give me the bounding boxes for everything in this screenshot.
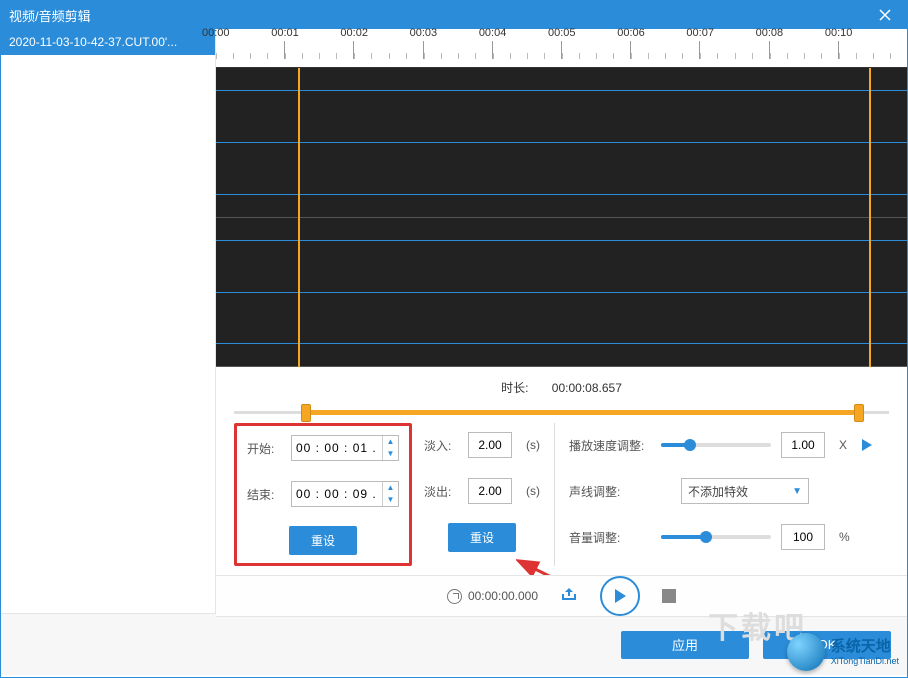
- transport-time-value: 00:00:00.000: [468, 589, 538, 603]
- speed-unit: X: [839, 438, 847, 452]
- reset-fade-button[interactable]: 重设: [448, 523, 516, 552]
- play-icon: [859, 437, 875, 453]
- speed-field[interactable]: [782, 435, 824, 455]
- range-handle-start[interactable]: [301, 404, 311, 422]
- file-sidebar: 2020-11-03-10-42-37.CUT.00'...: [1, 29, 216, 613]
- end-spin-up[interactable]: ▲: [383, 482, 398, 494]
- snapshot-button[interactable]: [560, 586, 578, 607]
- transport-time: 00:00:00.000: [447, 589, 538, 604]
- fadeout-input[interactable]: [468, 478, 512, 504]
- speed-label: 播放速度调整:: [569, 437, 651, 454]
- start-time-field[interactable]: [292, 438, 382, 458]
- volume-input[interactable]: [781, 524, 825, 550]
- selection-end-line[interactable]: [869, 68, 871, 367]
- fadein-unit: (s): [526, 438, 540, 452]
- clock-icon: [447, 589, 462, 604]
- close-icon: [879, 9, 891, 21]
- globe-icon: [787, 633, 825, 671]
- watermark-url: XiTongTianDi.net: [831, 656, 899, 667]
- window-title: 视频/音频剪辑: [9, 6, 91, 25]
- volume-label: 音量调整:: [569, 529, 651, 546]
- voice-select-value: 不添加特效: [688, 483, 748, 500]
- waveform-area[interactable]: [216, 67, 907, 367]
- selection-start-line[interactable]: [298, 68, 300, 367]
- volume-unit: %: [839, 530, 850, 544]
- end-label: 结束:: [247, 486, 281, 503]
- duration-display: 时长: 00:00:08.657: [216, 367, 907, 404]
- reset-time-button[interactable]: 重设: [289, 526, 357, 555]
- start-time-input[interactable]: ▲ ▼: [291, 435, 399, 461]
- file-list-item[interactable]: 2020-11-03-10-42-37.CUT.00'...: [1, 29, 215, 55]
- fadein-label: 淡入:: [424, 437, 458, 454]
- time-range-box: 开始: ▲ ▼ 结束: ▲ ▼: [234, 423, 412, 566]
- fadeout-unit: (s): [526, 484, 540, 498]
- watermark-title: 系统天地: [831, 638, 899, 656]
- speed-slider[interactable]: [661, 443, 771, 447]
- voice-select[interactable]: 不添加特效 ▼: [681, 478, 809, 504]
- title-bar: 视频/音频剪辑: [1, 1, 907, 29]
- speed-input[interactable]: [781, 432, 825, 458]
- voice-label: 声线调整:: [569, 483, 651, 500]
- end-time-field[interactable]: [292, 484, 382, 504]
- start-label: 开始:: [247, 440, 281, 457]
- fadein-input[interactable]: [468, 432, 512, 458]
- speed-preview-button[interactable]: [857, 435, 877, 455]
- duration-label: 时长:: [501, 379, 528, 396]
- fadeout-field[interactable]: [469, 481, 511, 501]
- timeline-ruler[interactable]: 00:0000:0100:0200:0300:0400:0500:0600:07…: [216, 29, 907, 67]
- fadeout-label: 淡出:: [424, 483, 458, 500]
- end-time-input[interactable]: ▲ ▼: [291, 481, 399, 507]
- stop-button[interactable]: [662, 589, 676, 603]
- start-spin-down[interactable]: ▼: [383, 448, 398, 460]
- footer-bar: 应用 OK: [1, 613, 907, 675]
- main-panel: 00:0000:0100:0200:0300:0400:0500:0600:07…: [216, 29, 907, 613]
- export-icon: [560, 586, 578, 602]
- play-icon: [613, 588, 627, 604]
- fadein-field[interactable]: [469, 435, 511, 455]
- end-spin-down[interactable]: ▼: [383, 494, 398, 506]
- duration-value: 00:00:08.657: [552, 381, 622, 395]
- transport-bar: 00:00:00.000: [216, 575, 907, 617]
- range-handle-end[interactable]: [854, 404, 864, 422]
- volume-field[interactable]: [782, 527, 824, 547]
- volume-slider[interactable]: [661, 535, 771, 539]
- start-spin-up[interactable]: ▲: [383, 436, 398, 448]
- apply-button[interactable]: 应用: [621, 631, 749, 659]
- close-button[interactable]: [873, 3, 897, 27]
- play-button[interactable]: [600, 576, 640, 616]
- watermark-logo: 系统天地 XiTongTianDi.net: [787, 633, 899, 671]
- dropdown-icon: ▼: [792, 486, 802, 497]
